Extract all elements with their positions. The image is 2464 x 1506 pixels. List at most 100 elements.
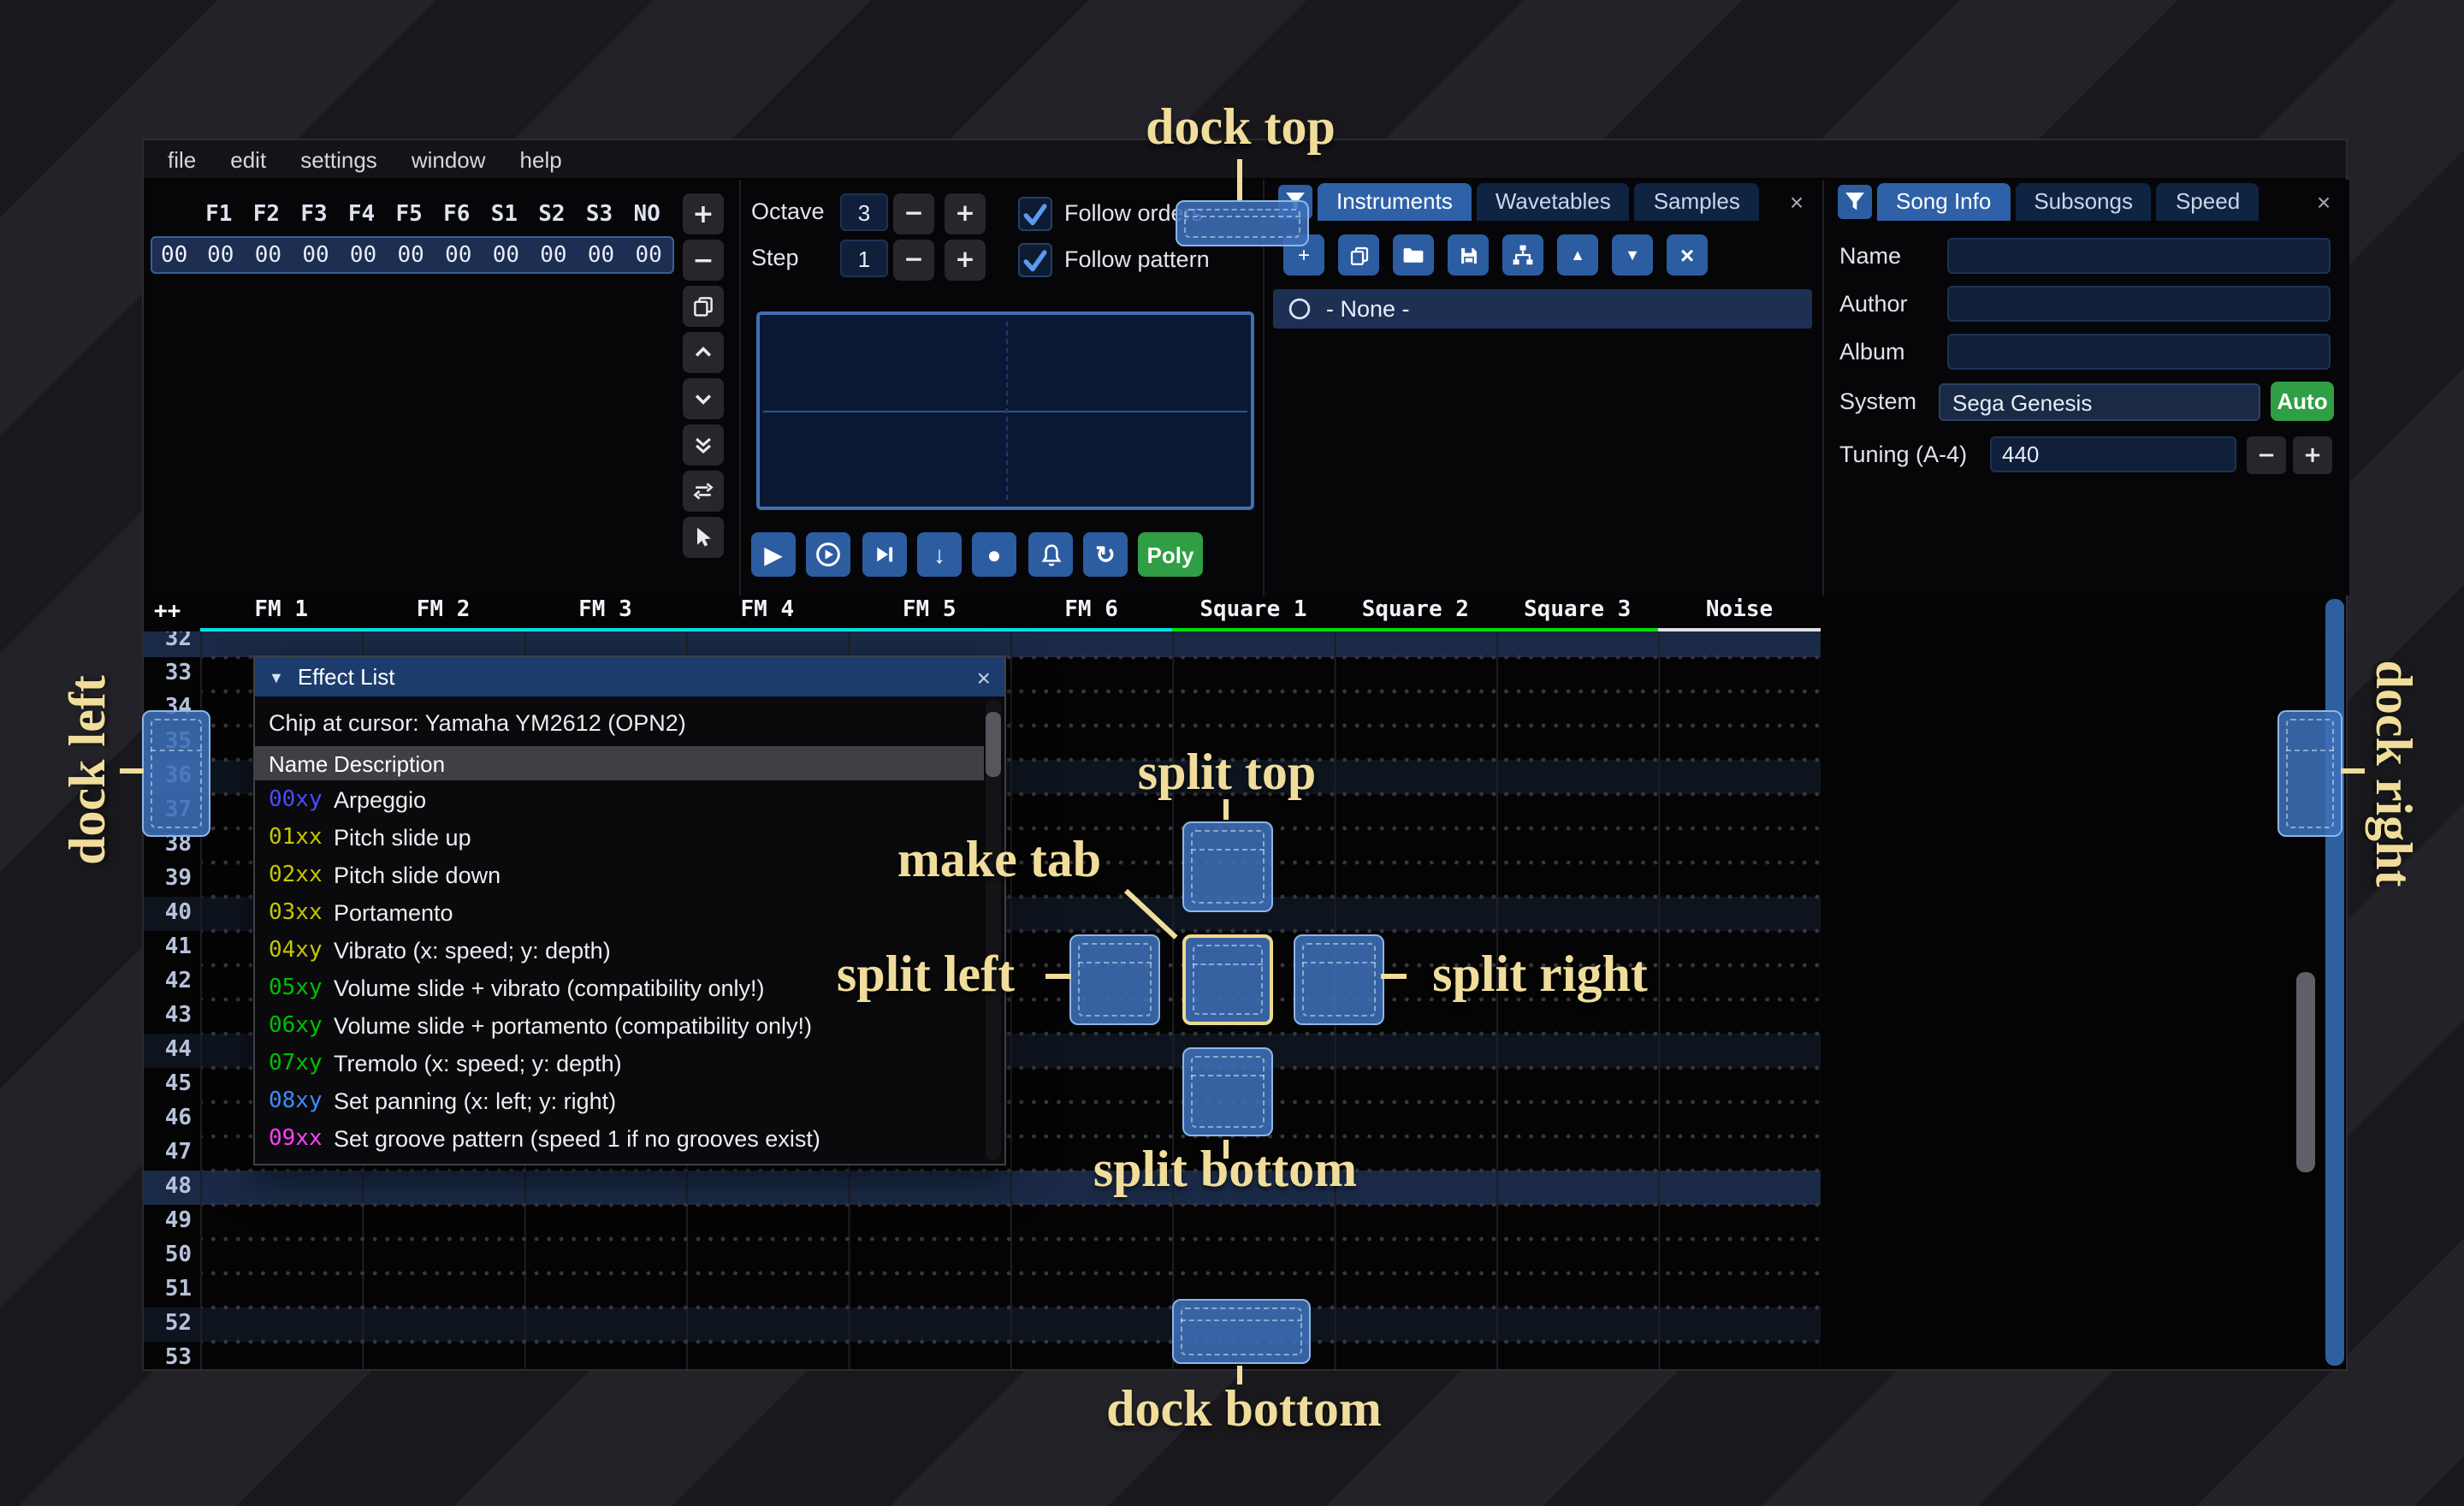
tab-samples[interactable]: Samples (1635, 183, 1759, 221)
effect-row-07xy[interactable]: 07xyTremolo (x: speed; y: depth) (255, 1044, 1004, 1082)
channel-header-fm-1[interactable]: FM 1 (200, 596, 362, 631)
order-cell-1[interactable]: 00 (245, 242, 293, 268)
order-swap-button[interactable] (683, 471, 724, 512)
octave-increment-button[interactable]: + (945, 193, 986, 234)
octave-decrement-button[interactable]: − (893, 193, 934, 234)
make-tab-target[interactable] (1182, 934, 1273, 1025)
tab-subsongs[interactable]: Subsongs (2015, 183, 2152, 221)
close-icon[interactable]: × (1781, 188, 1812, 216)
song-filter-button[interactable] (1838, 185, 1872, 219)
pattern-row-49[interactable]: 49 (144, 1205, 1821, 1239)
dock-top-target[interactable] (1176, 200, 1309, 246)
pattern-scrollbar-thumb[interactable] (2296, 972, 2315, 1172)
author-field[interactable] (1947, 286, 2331, 322)
pattern-row-53[interactable]: 53 (144, 1342, 1821, 1369)
order-cell-9[interactable]: 00 (625, 242, 672, 268)
delete-instrument-button[interactable]: × (1667, 234, 1708, 276)
order-cell-3[interactable]: 00 (340, 242, 388, 268)
octave-input[interactable] (840, 193, 888, 231)
effect-list-titlebar[interactable]: ▼ Effect List × (255, 657, 1004, 697)
repeat-pattern-button[interactable]: ↻ (1083, 532, 1128, 577)
pattern-cells[interactable] (200, 1171, 1821, 1205)
tuning-increment-button[interactable]: + (2293, 436, 2332, 474)
order-move-up-button[interactable] (683, 332, 724, 373)
menu-file[interactable]: file (151, 139, 213, 179)
menu-help[interactable]: help (503, 139, 579, 179)
step-decrement-button[interactable]: − (893, 240, 934, 281)
split-left-target[interactable] (1069, 934, 1160, 1025)
effect-row-01xx[interactable]: 01xxPitch slide up (255, 818, 1004, 856)
play-song-button[interactable]: ▶ (751, 532, 796, 577)
step-increment-button[interactable]: + (945, 240, 986, 281)
pattern-cells[interactable] (200, 1205, 1821, 1239)
effect-row-08xy[interactable]: 08xySet panning (x: left; y: right) (255, 1082, 1004, 1119)
pattern-expand-button[interactable]: ++ (154, 599, 181, 625)
play-pattern-button[interactable] (806, 532, 850, 577)
channel-header-fm-2[interactable]: FM 2 (362, 596, 524, 631)
tuning-decrement-button[interactable]: − (2247, 436, 2286, 474)
record-button[interactable]: ● (972, 532, 1016, 577)
pattern-cells[interactable] (200, 1239, 1821, 1273)
effect-row-09xx[interactable]: 09xxSet groove pattern (speed 1 if no gr… (255, 1119, 1004, 1157)
order-cell-7[interactable]: 00 (530, 242, 578, 268)
channel-header-square-1[interactable]: Square 1 (1172, 596, 1334, 631)
effect-list-scrollbar-thumb[interactable] (986, 712, 1001, 777)
move-instrument-down-button[interactable]: ▼ (1612, 234, 1653, 276)
pattern-cells[interactable] (200, 1307, 1821, 1342)
tab-song-info[interactable]: Song Info (1877, 183, 2010, 221)
metronome-button[interactable] (1028, 532, 1073, 577)
channel-header-fm-6[interactable]: FM 6 (1010, 596, 1172, 631)
menu-settings[interactable]: settings (283, 139, 394, 179)
move-instrument-up-button[interactable]: ▲ (1557, 234, 1598, 276)
split-bottom-target[interactable] (1182, 1047, 1273, 1136)
effect-row-06xy[interactable]: 06xyVolume slide + portamento (compatibi… (255, 1006, 1004, 1044)
pattern-row-50[interactable]: 50 (144, 1239, 1821, 1273)
save-instrument-button[interactable] (1448, 234, 1489, 276)
instrument-list-item[interactable]: - None - (1273, 289, 1812, 329)
effect-row-00xy[interactable]: 00xyArpeggio (255, 780, 1004, 818)
effect-row-02xx[interactable]: 02xxPitch slide down (255, 856, 1004, 893)
auto-system-button[interactable]: Auto (2271, 382, 2334, 421)
order-cell-0[interactable]: 00 (197, 242, 245, 268)
channel-header-fm-4[interactable]: FM 4 (686, 596, 848, 631)
menu-window[interactable]: window (394, 139, 503, 179)
tuning-field[interactable] (1990, 436, 2236, 472)
split-top-target[interactable] (1182, 821, 1273, 912)
order-move-down-button[interactable] (683, 378, 724, 419)
channel-header-square-3[interactable]: Square 3 (1496, 596, 1658, 631)
follow-orders-checkbox[interactable] (1018, 197, 1052, 231)
split-right-target[interactable] (1294, 934, 1384, 1025)
dock-bottom-target[interactable] (1172, 1299, 1311, 1364)
order-select-mode-button[interactable] (683, 517, 724, 558)
channel-header-fm-3[interactable]: FM 3 (524, 596, 686, 631)
order-jump-down-button[interactable] (683, 424, 724, 465)
channel-header-noise[interactable]: Noise (1658, 596, 1820, 631)
order-cell-8[interactable]: 00 (578, 242, 625, 268)
album-field[interactable] (1947, 334, 2331, 370)
system-field[interactable]: Sega Genesis (1939, 383, 2260, 421)
pattern-cells[interactable] (200, 1273, 1821, 1307)
order-cell-6[interactable]: 00 (483, 242, 530, 268)
name-field[interactable] (1947, 238, 2331, 274)
poly-button[interactable]: Poly (1138, 532, 1203, 577)
tab-instruments[interactable]: Instruments (1318, 183, 1472, 221)
dock-right-target[interactable] (2277, 710, 2343, 837)
close-icon[interactable]: × (2308, 188, 2339, 216)
order-add-button[interactable]: + (683, 193, 724, 234)
tab-speed[interactable]: Speed (2157, 183, 2259, 221)
collapse-triangle-icon[interactable]: ▼ (269, 668, 284, 685)
step-row-button[interactable]: ↓ (917, 532, 962, 577)
channel-header-fm-5[interactable]: FM 5 (849, 596, 1010, 631)
pattern-row-52[interactable]: 52 (144, 1307, 1821, 1342)
instrument-organize-button[interactable] (1502, 234, 1543, 276)
follow-pattern-checkbox[interactable] (1018, 243, 1052, 277)
menu-edit[interactable]: edit (213, 139, 283, 179)
order-cell-4[interactable]: 00 (387, 242, 435, 268)
pattern-cells[interactable] (200, 1342, 1821, 1369)
order-duplicate-button[interactable] (683, 286, 724, 327)
channel-header-square-2[interactable]: Square 2 (1335, 596, 1496, 631)
effect-row-03xx[interactable]: 03xxPortamento (255, 893, 1004, 931)
effect-list-column-headers[interactable]: Name Description (255, 746, 984, 780)
order-remove-button[interactable]: − (683, 240, 724, 281)
order-cell-2[interactable]: 00 (292, 242, 340, 268)
